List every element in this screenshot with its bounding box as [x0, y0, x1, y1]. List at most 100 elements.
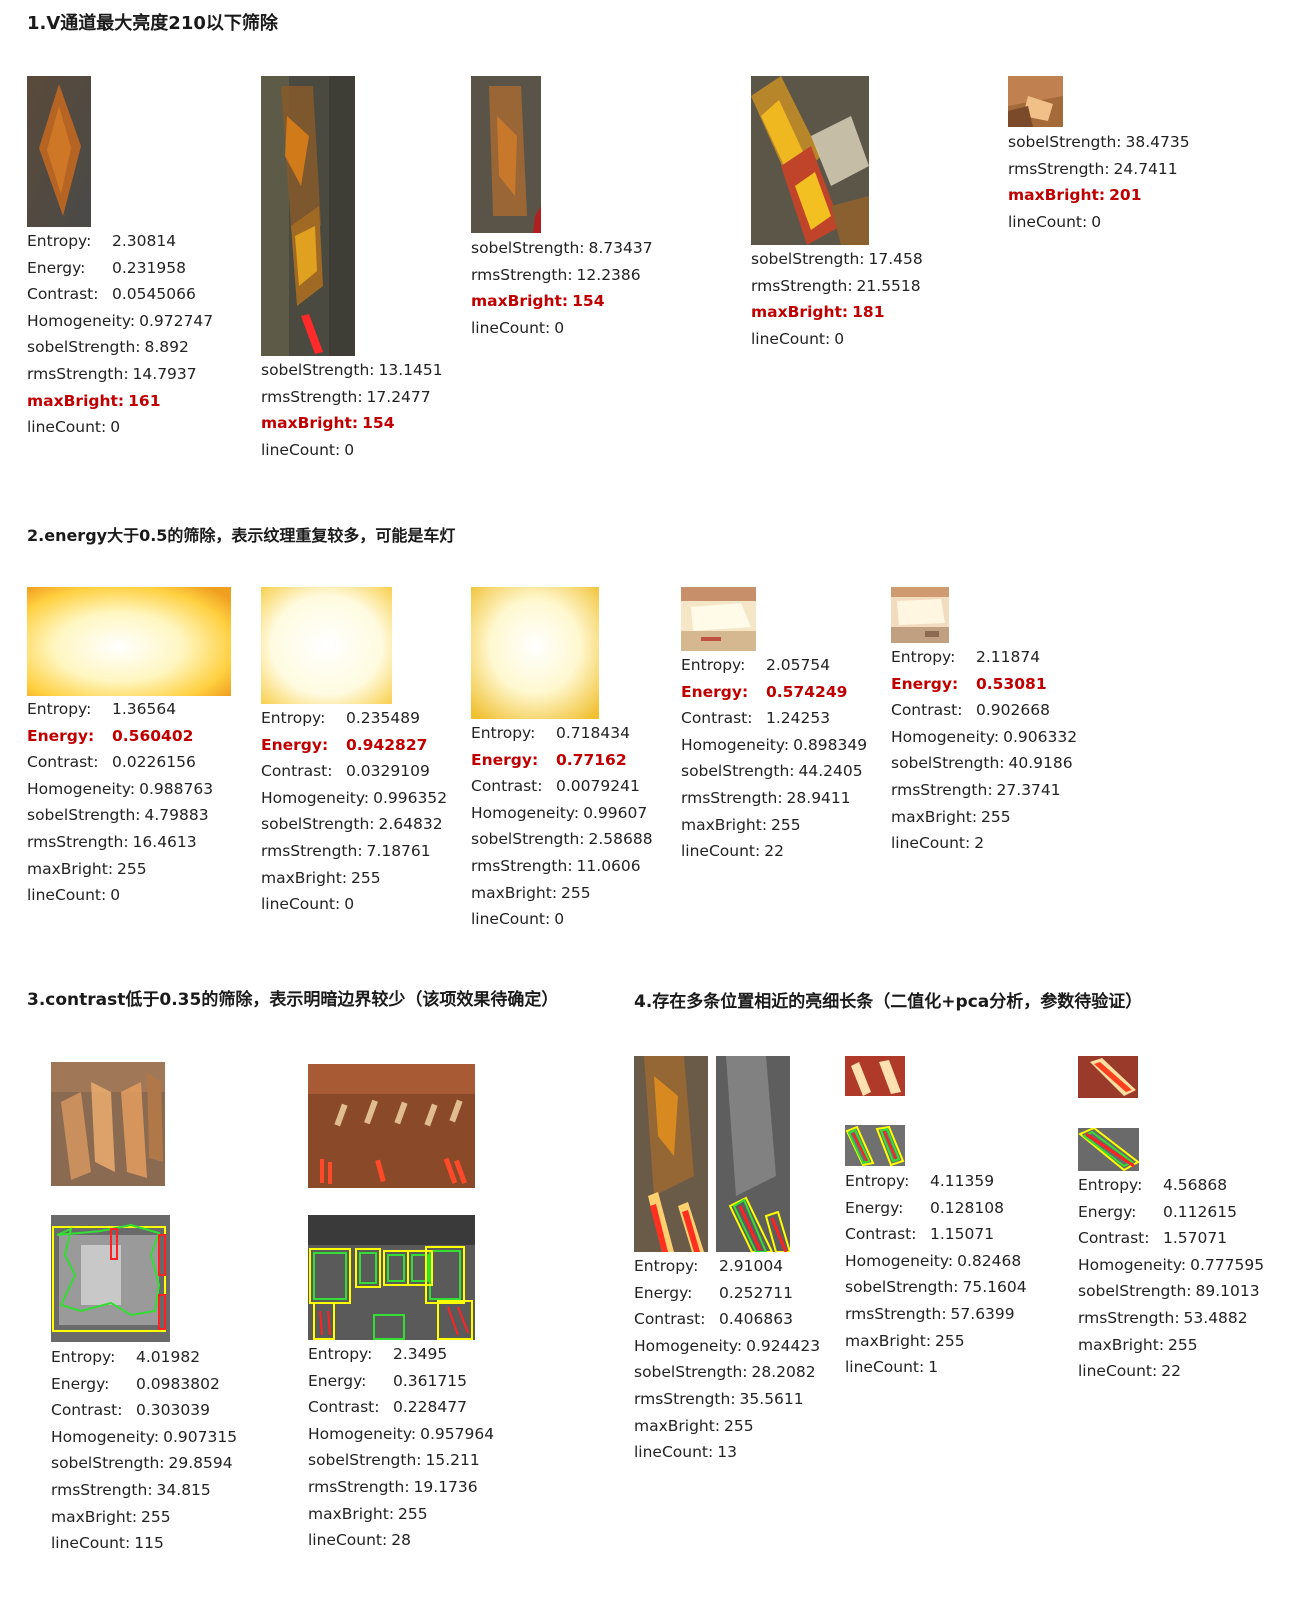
metric-row: rmsStrength: 24.7411: [1008, 156, 1190, 183]
section-3-heading: 3.contrast低于0.35的筛除，表示明暗边界较少（该项效果待确定）: [27, 990, 559, 1010]
metric-label: lineCount:: [751, 329, 831, 348]
metric-row: maxBright: 154: [261, 410, 443, 437]
metric-row: sobelStrength: 2.64832: [261, 811, 447, 838]
metric-row: Homogeneity: 0.907315: [51, 1424, 237, 1451]
metric-value: 34.815: [156, 1480, 211, 1499]
metric-label: maxBright:: [471, 292, 569, 311]
metric-row: Entropy: 0.718434: [471, 720, 653, 747]
metric-value: 15.211: [425, 1451, 480, 1470]
metric-row: Energy: 0.0983802: [51, 1371, 237, 1398]
metric-row: Homogeneity: 0.99607: [471, 800, 653, 827]
metric-value: 115: [134, 1534, 164, 1553]
metric-label: Energy:: [261, 735, 329, 754]
metric-row: rmsStrength: 27.3741: [891, 777, 1077, 804]
metric-row: lineCount: 0: [261, 437, 443, 464]
metric-label: lineCount:: [634, 1443, 714, 1462]
metric-label: Entropy:: [27, 700, 92, 718]
section-1-heading: 1.V通道最大亮度210以下筛除: [27, 13, 278, 34]
metric-value: 0: [1091, 212, 1102, 231]
metric-label: sobelStrength:: [471, 830, 585, 849]
metric-label: Contrast:: [1078, 1229, 1150, 1248]
metric-value: 0.907315: [163, 1427, 238, 1446]
metric-row: lineCount: 0: [471, 315, 653, 342]
metric-row: sobelStrength: 13.1451: [261, 357, 443, 384]
metric-row: sobelStrength: 29.8594: [51, 1450, 237, 1477]
metric-row: lineCount: 22: [1078, 1358, 1264, 1385]
metric-label: maxBright:: [845, 1331, 932, 1350]
metric-row: rmsStrength: 16.4613: [27, 829, 213, 856]
metric-value: 53.4882: [1183, 1308, 1248, 1327]
metric-value: 28: [391, 1531, 411, 1550]
sample-a4-metrics: sobelStrength: 17.458 rmsStrength: 21.5518 m…: [751, 246, 923, 352]
metric-row: Homogeneity: 0.972747: [27, 308, 213, 335]
metric-row: Energy: 0.112615: [1078, 1199, 1264, 1226]
metric-row: Contrast: 1.24253: [681, 705, 867, 732]
metric-row: rmsStrength: 57.6399: [845, 1301, 1027, 1328]
metric-value: 57.6399: [950, 1304, 1015, 1323]
metric-row: Homogeneity: 0.924423: [634, 1333, 820, 1360]
metric-value: 12.2386: [576, 265, 641, 284]
sample-a5-metrics: sobelStrength: 38.4735 rmsStrength: 24.7411…: [1008, 129, 1190, 235]
metric-value: 13.1451: [378, 361, 443, 379]
metric-value: 255: [141, 1507, 171, 1526]
metric-row: Entropy: 2.11874: [891, 644, 1077, 671]
sample-b5-metrics: Entropy: 2.11874 Energy: 0.53081 Contrast: 0.…: [891, 644, 1077, 857]
metric-value: 1.15071: [930, 1225, 995, 1244]
metric-row: rmsStrength: 7.18761: [261, 838, 447, 865]
metric-label: Entropy:: [634, 1257, 699, 1275]
metric-label: Homogeneity:: [51, 1427, 160, 1446]
sample-d1-image: [634, 1056, 708, 1252]
metric-value: 0: [834, 329, 845, 348]
metric-value: 2.58688: [588, 830, 653, 849]
sample-c1-metrics: Entropy: 4.01982 Energy: 0.0983802 Contrast:…: [51, 1344, 237, 1557]
metric-value: 0.906332: [1003, 727, 1078, 746]
metric-row: lineCount: 2: [891, 830, 1077, 857]
sample-b2-image: [261, 587, 392, 704]
metric-row: rmsStrength: 53.4882: [1078, 1305, 1264, 1332]
metric-row: Contrast: 0.0545066: [27, 281, 213, 308]
metric-label: rmsStrength:: [751, 276, 853, 295]
metric-label: lineCount:: [845, 1358, 925, 1377]
metric-label: lineCount:: [261, 895, 341, 914]
metric-label: Homogeneity:: [27, 311, 136, 330]
metric-row: Contrast: 0.0226156: [27, 749, 213, 776]
metric-value: 89.1013: [1195, 1282, 1260, 1301]
metric-value: 4.79883: [144, 806, 209, 825]
sample-b2-metrics: Entropy: 0.235489 Energy: 0.942827 Contrast:…: [261, 705, 447, 918]
sample-a2-image: [261, 76, 355, 356]
metric-row: Entropy: 2.91004: [634, 1253, 820, 1280]
metric-label: lineCount:: [27, 418, 107, 437]
metric-value: 0.406863: [719, 1310, 793, 1329]
metric-row: maxBright: 255: [891, 804, 1077, 831]
sample-b5-image: [891, 587, 949, 643]
sample-a1-metrics: Entropy: 2.30814 Energy: 0.231958 Contrast: 0…: [27, 228, 213, 441]
metric-label: Homogeneity:: [845, 1251, 954, 1270]
metric-label: lineCount:: [1008, 212, 1088, 231]
metric-value: 0.228477: [393, 1398, 467, 1417]
metric-label: Homogeneity:: [1078, 1255, 1187, 1274]
metric-row: Homogeneity: 0.957964: [308, 1421, 494, 1448]
metric-value: 75.1604: [962, 1278, 1027, 1297]
metric-value: 2.30814: [112, 232, 177, 250]
metric-row: rmsStrength: 11.0606: [471, 853, 653, 880]
metric-label: Homogeneity:: [471, 803, 580, 822]
metric-row: Energy: 0.560402: [27, 723, 213, 750]
metric-value: 0: [110, 418, 121, 437]
sample-b1-metrics: Entropy: 1.36564 Energy: 0.560402 Contrast: 0…: [27, 696, 213, 909]
metric-value: 0.53081: [976, 674, 1047, 693]
sample-a5-image: [1008, 76, 1063, 127]
metric-value: 14.7937: [132, 364, 197, 383]
metric-value: 255: [724, 1416, 754, 1435]
metric-label: rmsStrength:: [471, 856, 573, 875]
metric-label: Contrast:: [891, 701, 963, 720]
sample-d2-image: [845, 1056, 905, 1096]
metric-value: 28.9411: [786, 788, 851, 807]
metric-label: Homogeneity:: [27, 779, 136, 798]
metric-row: lineCount: 28: [308, 1527, 494, 1554]
metric-row: Homogeneity: 0.988763: [27, 776, 213, 803]
metric-label: Entropy:: [51, 1348, 116, 1366]
metric-value: 255: [561, 883, 591, 902]
metric-value: 0.972747: [139, 311, 214, 330]
metric-label: maxBright:: [261, 414, 359, 433]
metric-value: 2: [974, 834, 985, 853]
